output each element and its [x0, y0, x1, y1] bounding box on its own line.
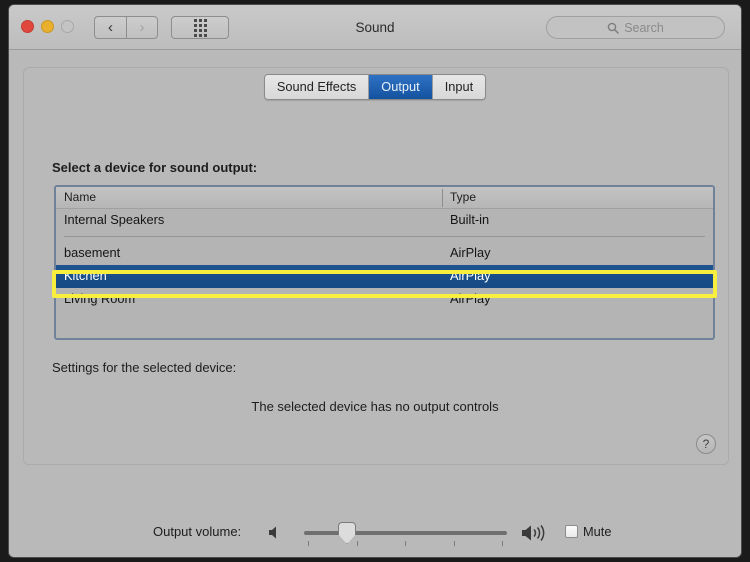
table-row-living-room[interactable]: Living Room AirPlay	[56, 288, 713, 311]
search-input[interactable]: Search	[546, 16, 725, 39]
help-button[interactable]: ?	[696, 434, 716, 454]
preferences-body: Sound Effects Output Input ? Select a de…	[9, 50, 741, 557]
output-volume-label: Output volume:	[153, 524, 242, 539]
table-row-basement[interactable]: basement AirPlay	[56, 242, 713, 265]
slider-tick	[357, 541, 358, 546]
slider-tick	[502, 541, 503, 546]
device-name: Kitchen	[64, 268, 107, 283]
row-group-divider	[64, 236, 705, 237]
mute-label: Mute	[583, 524, 612, 539]
table-header-row: Name Type	[56, 187, 713, 209]
column-header-type[interactable]: Type	[450, 190, 476, 204]
volume-slider-thumb[interactable]	[338, 522, 356, 544]
column-header-name[interactable]: Name	[64, 190, 96, 204]
device-type: AirPlay	[450, 268, 491, 283]
speaker-quiet-icon	[269, 526, 276, 539]
table-row-kitchen[interactable]: Kitchen AirPlay	[56, 265, 713, 288]
no-output-controls-message: The selected device has no output contro…	[251, 399, 499, 414]
slider-tick	[405, 541, 406, 546]
device-type: Built-in	[450, 212, 490, 227]
speaker-loud-icon	[522, 525, 545, 541]
column-divider[interactable]	[442, 189, 443, 207]
device-type: AirPlay	[450, 291, 491, 306]
window-titlebar: ‹ › Sound Search	[9, 5, 741, 50]
output-device-table[interactable]: Name Type Internal Speakers Built-in bas…	[54, 185, 715, 340]
search-placeholder: Search	[624, 20, 664, 35]
mute-control[interactable]: Mute	[565, 524, 611, 539]
device-name: basement	[64, 245, 121, 260]
search-icon	[607, 22, 619, 34]
select-device-label: Select a device for sound output:	[52, 160, 258, 175]
device-type: AirPlay	[450, 245, 491, 260]
table-row-internal-speakers[interactable]: Internal Speakers Built-in	[56, 209, 713, 232]
settings-for-device-label: Settings for the selected device:	[52, 360, 237, 375]
sound-preferences-window: ‹ › Sound Search Sound Effects Output In…	[8, 4, 742, 558]
device-name: Living Room	[64, 291, 136, 306]
slider-tick	[308, 541, 309, 546]
slider-tick	[454, 541, 455, 546]
volume-slider[interactable]	[304, 522, 507, 546]
device-name: Internal Speakers	[64, 212, 165, 227]
mute-checkbox[interactable]	[565, 525, 578, 538]
